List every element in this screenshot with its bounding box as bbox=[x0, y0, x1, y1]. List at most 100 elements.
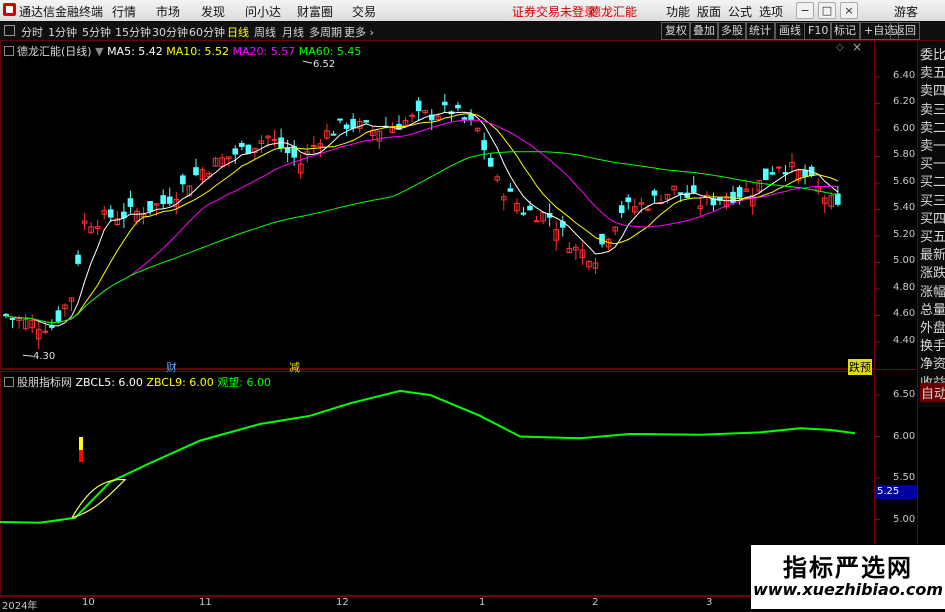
candle-down bbox=[520, 212, 527, 215]
watermark-title: 指标严选网 bbox=[783, 554, 913, 582]
candle-down bbox=[527, 205, 533, 211]
event-marker-finance[interactable]: 财 bbox=[166, 359, 177, 375]
y-tick: 6.40 bbox=[893, 70, 916, 81]
candle-up bbox=[271, 138, 278, 141]
candle-down bbox=[763, 168, 769, 181]
candle-down bbox=[625, 197, 632, 203]
candle-down bbox=[147, 201, 153, 212]
indicator-frame bbox=[0, 371, 875, 596]
candle-down bbox=[835, 193, 841, 205]
candle-down bbox=[127, 198, 134, 207]
candle-down bbox=[618, 205, 625, 213]
candle-down bbox=[193, 167, 199, 176]
y-tick: 6.00 bbox=[893, 123, 916, 134]
side-panel-label: 卖二 bbox=[920, 120, 945, 136]
candle-down bbox=[166, 196, 173, 204]
watermark-url: www.xuezhibiao.com bbox=[752, 580, 944, 599]
candle-down bbox=[330, 133, 337, 136]
candle-down bbox=[507, 188, 514, 192]
candle-down bbox=[487, 157, 494, 167]
quote-side-panel: 委比卖五卖四卖三卖二卖一买一买二买三买四买五最新涨跌涨幅总量外盘换手净资收益自动 bbox=[917, 41, 945, 407]
event-marker-reduce[interactable]: 减 bbox=[289, 359, 300, 375]
side-panel-label[interactable]: 自动 bbox=[920, 383, 945, 402]
candle-down bbox=[802, 170, 808, 177]
side-panel-label: 买三 bbox=[920, 193, 945, 209]
y-tick: 4.80 bbox=[893, 282, 916, 293]
side-panel-label: 卖三 bbox=[920, 102, 945, 118]
y-tick: 6.20 bbox=[893, 96, 916, 107]
indicator-y-tick: 6.50 bbox=[893, 389, 916, 400]
candle-down bbox=[677, 192, 684, 195]
y-tick: 5.20 bbox=[893, 229, 916, 240]
side-panel-label: 委比 bbox=[920, 48, 945, 63]
y-tick: 4.60 bbox=[893, 308, 916, 319]
candle-up bbox=[645, 208, 651, 211]
candle-up bbox=[533, 220, 540, 223]
y-tick: 5.80 bbox=[893, 149, 916, 160]
indicator-current-value: 5.25 bbox=[875, 485, 917, 499]
candle-down bbox=[350, 118, 356, 129]
candle-down bbox=[415, 100, 422, 112]
candle-down bbox=[108, 209, 114, 218]
ma60-line bbox=[5, 151, 839, 324]
candle-down bbox=[337, 118, 343, 121]
candle-down bbox=[55, 310, 62, 322]
candle-down bbox=[180, 175, 186, 185]
kline-chart[interactable] bbox=[0, 0, 945, 609]
side-panel-label: 卖四 bbox=[920, 84, 945, 100]
signal-marker-top bbox=[79, 437, 83, 450]
candle-down bbox=[690, 185, 697, 193]
candle-down bbox=[481, 140, 487, 151]
low-price-label: 4.30 bbox=[33, 351, 56, 362]
x-tick: 1 bbox=[479, 597, 486, 608]
x-tick: 2024年 bbox=[2, 601, 38, 612]
x-tick: 12 bbox=[336, 597, 349, 608]
candle-down bbox=[160, 195, 166, 205]
candle-down bbox=[455, 104, 461, 109]
side-panel-label: 涨幅 bbox=[920, 284, 945, 300]
y-tick: 4.40 bbox=[893, 335, 916, 346]
high-price-label: 6.52 bbox=[313, 59, 336, 70]
side-panel-label: 买五 bbox=[920, 230, 945, 245]
side-panel-label: 总量 bbox=[920, 302, 945, 318]
candle-down bbox=[284, 147, 291, 154]
signal-marker-bottom bbox=[79, 450, 83, 462]
candle-down bbox=[75, 254, 81, 264]
side-panel-label: 买二 bbox=[920, 175, 945, 191]
high-pointer bbox=[302, 60, 313, 64]
side-panel-label: 最新 bbox=[920, 248, 945, 264]
side-panel-label: 买四 bbox=[920, 211, 945, 227]
candle-down bbox=[9, 317, 16, 320]
candle-up bbox=[776, 166, 782, 169]
candle-down bbox=[461, 117, 468, 120]
candle-down bbox=[239, 142, 245, 147]
side-panel-label: 换手 bbox=[920, 339, 945, 355]
side-panel-label: 卖一 bbox=[920, 139, 945, 154]
x-tick: 10 bbox=[82, 597, 95, 608]
side-panel-label: 外盘 bbox=[920, 321, 945, 336]
candle-down bbox=[343, 124, 350, 129]
side-panel-label: 买一 bbox=[920, 157, 945, 173]
indicator-y-tick: 5.00 bbox=[893, 514, 916, 525]
ma10-line bbox=[5, 113, 839, 324]
x-tick: 2 bbox=[592, 597, 599, 608]
candle-down bbox=[736, 187, 743, 198]
candle-down bbox=[442, 101, 448, 106]
candle-down bbox=[232, 148, 239, 155]
y-tick: 5.00 bbox=[893, 255, 916, 266]
low-pointer bbox=[22, 354, 34, 357]
indicator-y-tick: 5.50 bbox=[893, 472, 916, 483]
watermark: 指标严选网 www.xuezhibiao.com bbox=[751, 545, 945, 609]
side-panel-label: 净资 bbox=[920, 357, 945, 373]
candle-down bbox=[3, 313, 9, 317]
side-panel-label: 卖五 bbox=[920, 66, 945, 82]
y-tick: 5.60 bbox=[893, 176, 916, 187]
candle-down bbox=[49, 325, 55, 328]
candle-down bbox=[769, 172, 776, 175]
event-marker-drop-forecast[interactable]: 跌预 bbox=[848, 359, 872, 375]
x-tick: 11 bbox=[199, 597, 212, 608]
y-tick: 5.40 bbox=[893, 202, 916, 213]
ma5-line bbox=[5, 111, 839, 327]
x-tick: 3 bbox=[706, 597, 713, 608]
indicator-line bbox=[0, 389, 856, 524]
